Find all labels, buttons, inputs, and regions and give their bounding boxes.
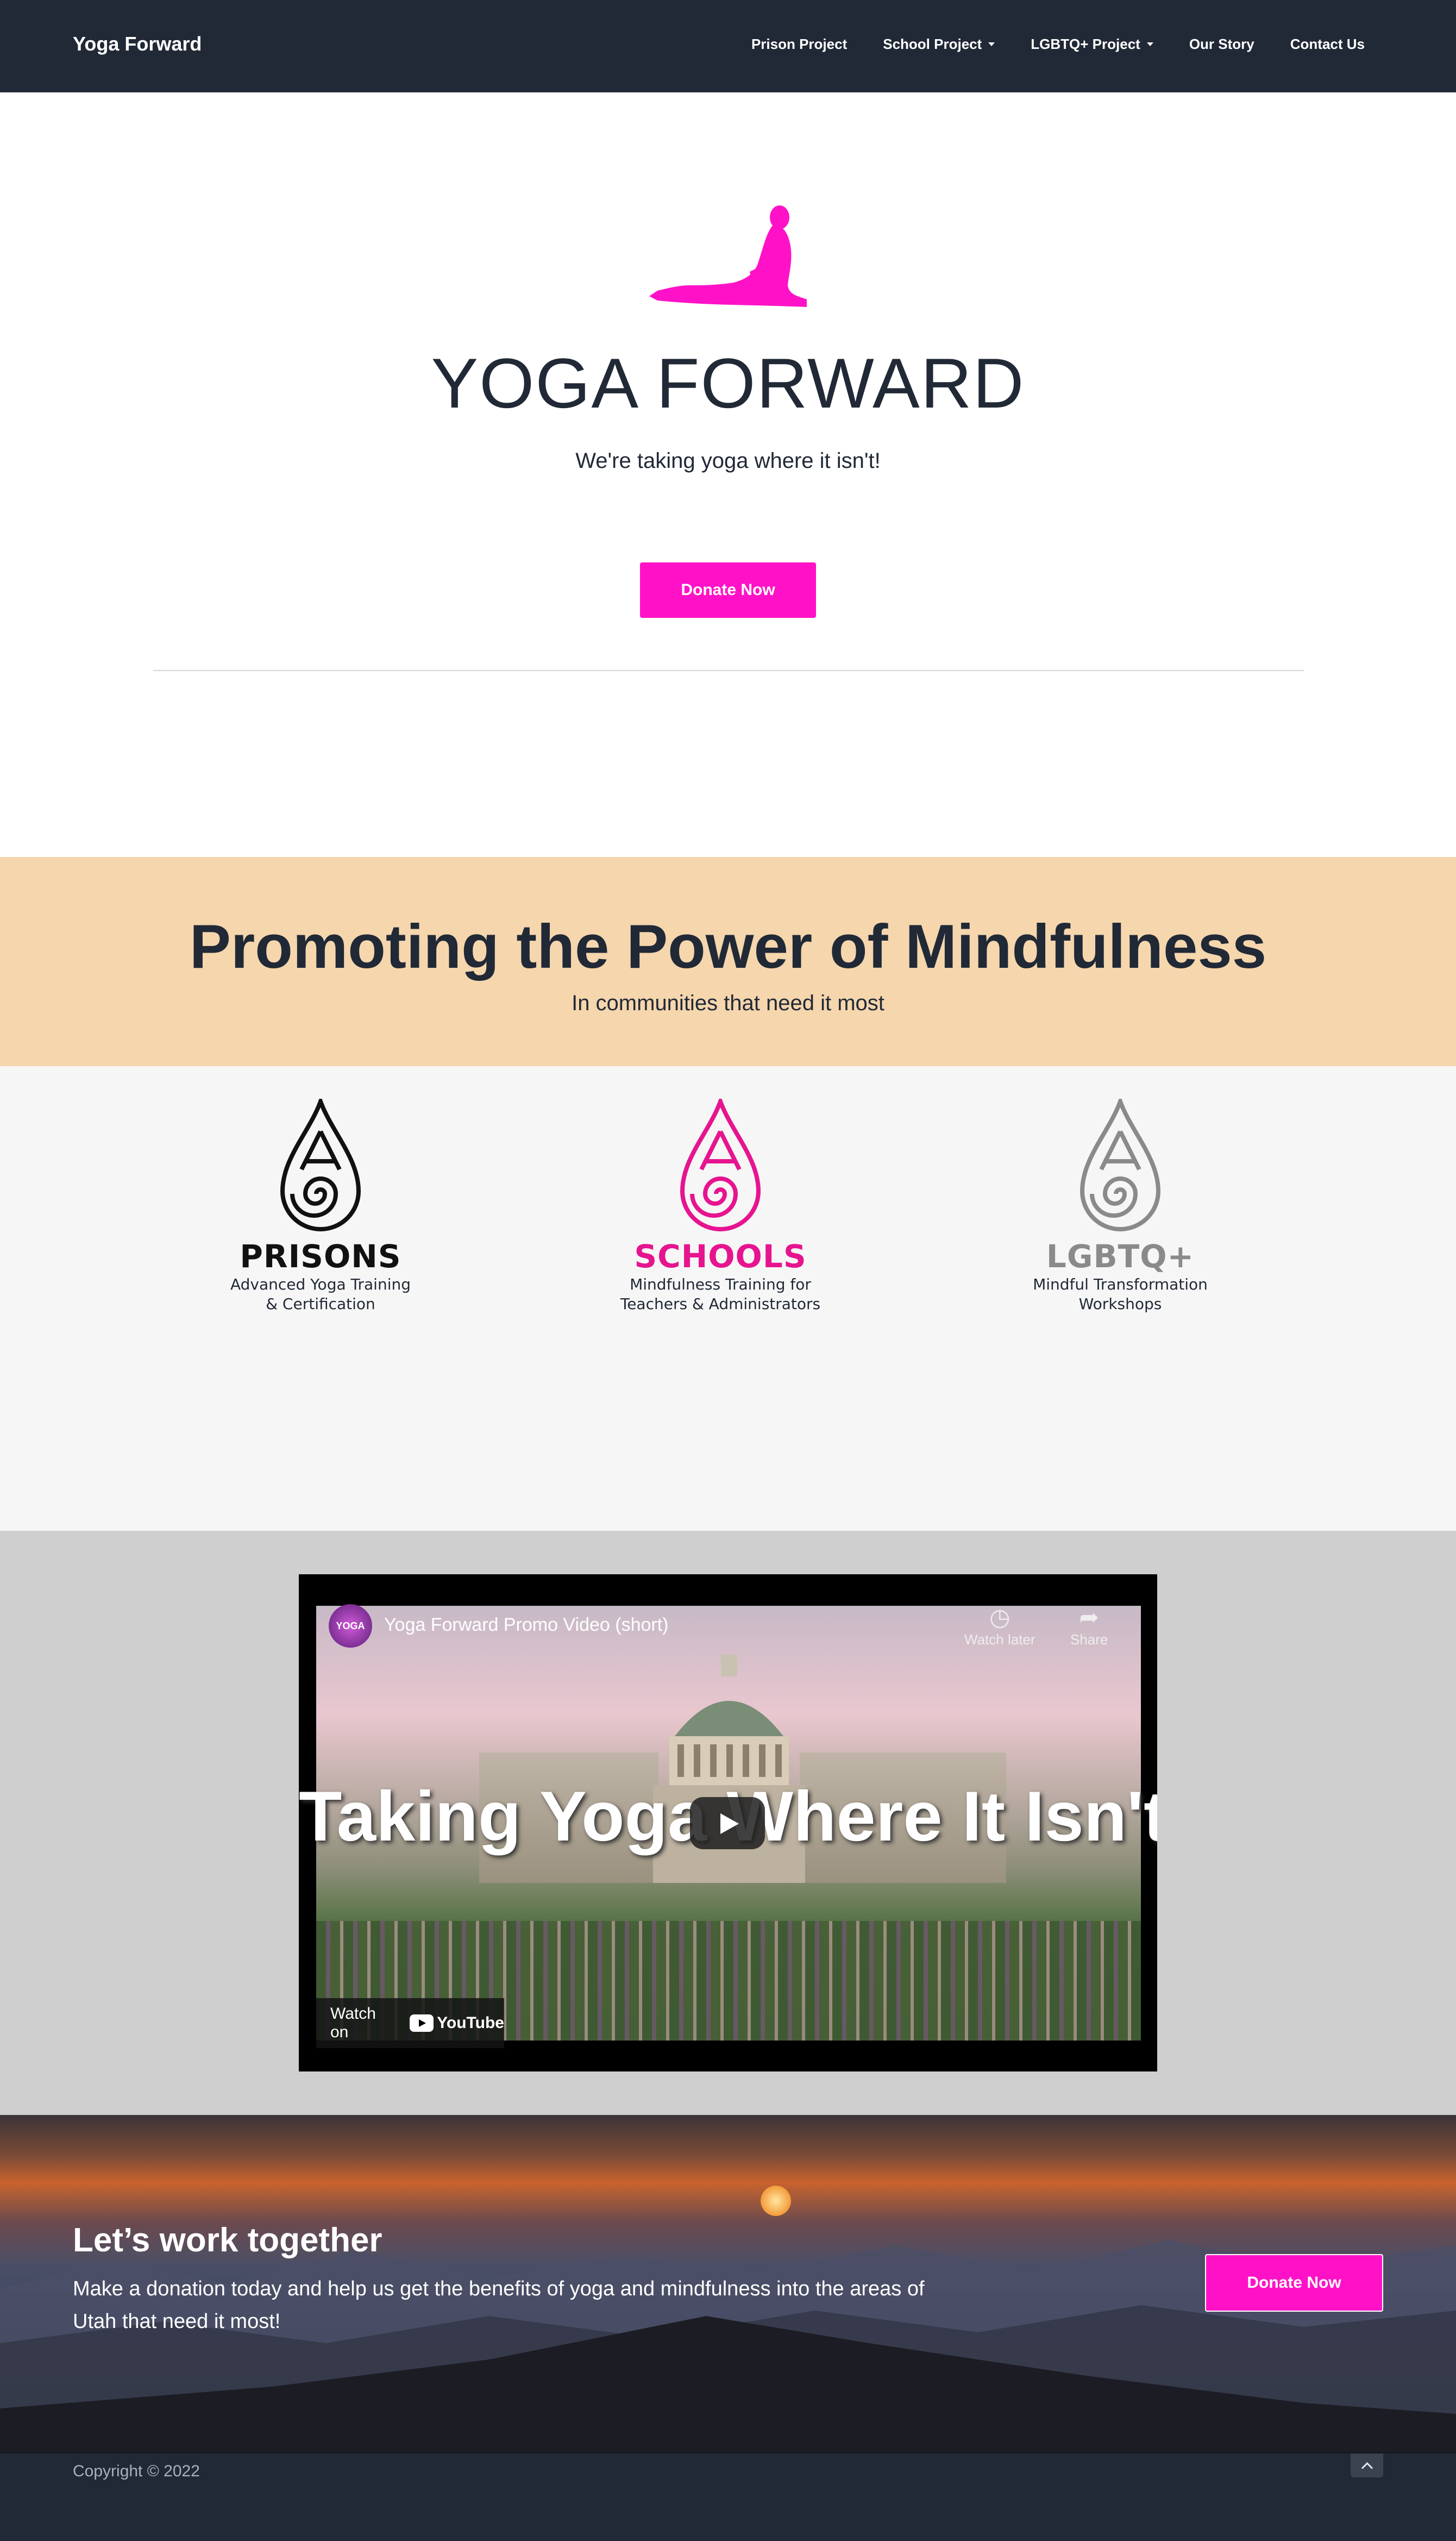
copyright-text: Copyright © 2022	[73, 2462, 200, 2480]
channel-avatar[interactable]: YOGA	[329, 1604, 372, 1648]
video-section: YOGA Yoga Forward Promo Video (short) ◷ …	[0, 1531, 1456, 2115]
donate-now-button[interactable]: Donate Now	[1205, 2254, 1383, 2312]
mission-title: Promoting the Power of Mindfulness	[189, 912, 1267, 981]
program-desc-line2: & Certification	[266, 1295, 375, 1313]
youtube-embed[interactable]: YOGA Yoga Forward Promo Video (short) ◷ …	[299, 1574, 1157, 2071]
nav-menu: Prison Project School Project LGBTQ+ Pro…	[716, 36, 1365, 53]
play-icon[interactable]	[690, 1797, 765, 1849]
program-name: LGBTQ+	[1046, 1238, 1195, 1275]
cta-title: Let’s work together	[73, 2221, 382, 2259]
program-desc-line1: Mindful Transformation	[1033, 1275, 1208, 1293]
cta-text: Make a donation today and help us get th…	[73, 2277, 925, 2333]
caret-down-icon	[988, 42, 995, 46]
brand-link[interactable]: Yoga Forward	[73, 33, 202, 55]
program-name: PRISONS	[240, 1238, 401, 1275]
footer: Copyright © 2022	[0, 2452, 1456, 2541]
nav-item-label: School Project	[883, 36, 982, 52]
program-name: SCHOOLS	[634, 1238, 807, 1275]
nav-item-our-story[interactable]: Our Story	[1189, 36, 1254, 53]
watch-on-label: Watch on	[330, 2005, 376, 2041]
youtube-play-icon	[410, 2014, 434, 2032]
watch-on-youtube-button[interactable]: Watch on YouTube	[316, 1998, 504, 2048]
top-navbar: Yoga Forward Prison Project School Proje…	[0, 0, 1456, 92]
nav-item-prison-project[interactable]: Prison Project	[751, 36, 847, 53]
share-button[interactable]: ➦ Share	[1070, 1604, 1108, 1648]
clock-icon: ◷	[989, 1604, 1011, 1631]
spiral-drop-icon	[280, 1099, 361, 1231]
hero-subtitle: We're taking yoga where it isn't!	[575, 449, 881, 473]
nav-item-lgbtq-project[interactable]: LGBTQ+ Project	[1031, 36, 1153, 53]
nav-item-label: Contact Us	[1290, 36, 1365, 52]
watch-later-button[interactable]: ◷ Watch later	[964, 1604, 1035, 1648]
share-label: Share	[1070, 1631, 1108, 1648]
caret-down-icon	[1146, 42, 1153, 46]
programs-section: PRISONS Advanced Yoga Training & Certifi…	[0, 1066, 1456, 1531]
hero-title: YOGA FORWARD	[431, 343, 1025, 423]
donate-now-button[interactable]: Donate Now	[640, 562, 816, 618]
spiral-drop-icon	[680, 1099, 761, 1231]
program-prisons[interactable]: PRISONS Advanced Yoga Training & Certifi…	[206, 1099, 435, 1314]
mission-subtitle: In communities that need it most	[572, 991, 884, 1015]
share-arrow-icon: ➦	[1079, 1604, 1100, 1631]
divider	[153, 670, 1304, 671]
mission-section: Promoting the Power of Mindfulness In co…	[0, 857, 1456, 1066]
spiral-drop-icon	[1080, 1099, 1161, 1231]
program-desc-line1: Advanced Yoga Training	[230, 1275, 411, 1293]
program-schools[interactable]: SCHOOLS Mindfulness Training for Teacher…	[606, 1099, 834, 1314]
scroll-to-top-icon[interactable]	[1351, 2454, 1383, 2477]
program-lgbtq[interactable]: LGBTQ+ Mindful Transformation Workshops	[1006, 1099, 1234, 1314]
nav-item-label: Prison Project	[751, 36, 848, 52]
youtube-wordmark: YouTube	[437, 2014, 504, 2032]
watch-later-label: Watch later	[964, 1631, 1035, 1648]
program-desc-line1: Mindfulness Training for	[630, 1275, 811, 1293]
yoga-cobra-pose-icon	[649, 205, 807, 307]
nav-item-label: Our Story	[1189, 36, 1254, 52]
nav-item-label: LGBTQ+ Project	[1031, 36, 1140, 52]
program-desc-line2: Teachers & Administrators	[620, 1295, 821, 1313]
video-title[interactable]: Yoga Forward Promo Video (short)	[384, 1614, 668, 1636]
nav-item-school-project[interactable]: School Project	[883, 36, 995, 53]
program-desc-line2: Workshops	[1078, 1295, 1162, 1313]
youtube-logo: YouTube	[410, 2014, 504, 2032]
nav-item-contact-us[interactable]: Contact Us	[1290, 36, 1365, 53]
